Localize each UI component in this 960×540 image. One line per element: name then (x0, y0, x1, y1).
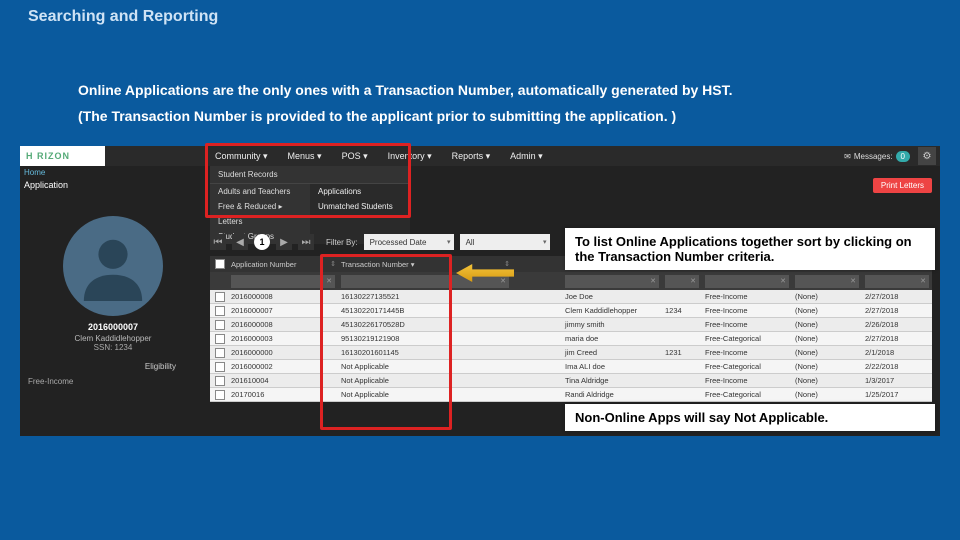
top-nav: H RIZON Community ▾ Menus ▾ POS ▾ Invent… (20, 146, 940, 166)
cell-name: Randi Aldridge (562, 390, 662, 399)
table-row[interactable]: 20170016Not ApplicableRandi AldridgeFree… (210, 388, 932, 402)
cell-approval: (None) (792, 334, 862, 343)
row-checkbox[interactable] (215, 334, 225, 344)
table-row[interactable]: 201600000816130227135521Joe DoeFree-Inco… (210, 290, 932, 304)
filter-elig[interactable] (705, 275, 789, 288)
cell-name: Joe Doe (562, 292, 662, 301)
logo: H RIZON (20, 146, 105, 166)
cell-approval: (None) (792, 390, 862, 399)
filter-approval[interactable] (795, 275, 859, 288)
cell-processed: 2/27/2018 (862, 306, 932, 315)
table-row[interactable]: 201600000016130201601145jim Creed1231Fre… (210, 346, 932, 360)
cell-elig: Free-Categorical (702, 390, 792, 399)
annotation-red-box-2 (320, 254, 452, 430)
cell-name: Tina Aldridge (562, 376, 662, 385)
cell-approval: (None) (792, 306, 862, 315)
row-checkbox[interactable] (215, 390, 225, 400)
row-checkbox[interactable] (215, 376, 225, 386)
cell-ssn: 1231 (662, 348, 702, 357)
table-row[interactable]: 201600000845130226170528Djimmy smithFree… (210, 318, 932, 332)
filter-by-label: Filter By: (326, 238, 358, 247)
filter-select-2[interactable]: All (460, 234, 550, 250)
body-line-2: (The Transaction Number is provided to t… (78, 108, 676, 124)
gear-icon[interactable]: ⚙ (918, 147, 936, 165)
cell-processed: 1/25/2017 (862, 390, 932, 399)
table-row[interactable]: 2016000002Not ApplicableIma ALI doeFree-… (210, 360, 932, 374)
cell-elig: Free-Income (702, 376, 792, 385)
filter-ssn[interactable] (665, 275, 699, 288)
row-checkbox[interactable] (215, 320, 225, 330)
cell-processed: 2/27/2018 (862, 334, 932, 343)
print-letters-button[interactable]: Print Letters (873, 178, 932, 193)
row-checkbox[interactable] (215, 292, 225, 302)
cell-name: Ima ALI doe (562, 362, 662, 371)
messages-link[interactable]: ✉ Messages: 0 (844, 151, 918, 162)
cell-elig: Free-Income (702, 306, 792, 315)
cell-name: jimmy smith (562, 320, 662, 329)
select-all-checkbox[interactable] (215, 259, 225, 269)
profile-panel: 2016000007 Clem Kaddidlehopper SSN: 1234… (28, 206, 198, 386)
cell-approval: (None) (792, 320, 862, 329)
cell-elig: Free-Income (702, 320, 792, 329)
cell-name: jim Creed (562, 348, 662, 357)
avatar (63, 216, 163, 316)
profile-ssn: SSN: 1234 (28, 343, 198, 352)
breadcrumb-application: Application (24, 180, 68, 190)
cell-approval: (None) (792, 376, 862, 385)
envelope-icon: ✉ (844, 152, 851, 161)
page-first-icon[interactable]: ⏮ (210, 234, 226, 250)
row-checkbox[interactable] (215, 362, 225, 372)
row-checkbox[interactable] (215, 348, 225, 358)
callout-not-applicable: Non-Online Apps will say Not Applicable. (565, 404, 935, 431)
eligibility-heading: Eligibility (28, 362, 198, 371)
row-checkbox[interactable] (215, 306, 225, 316)
filter-processed[interactable] (865, 275, 929, 288)
screenshot-panel: H RIZON Community ▾ Menus ▾ POS ▾ Invent… (20, 146, 940, 436)
cell-approval: (None) (792, 348, 862, 357)
eligibility-value: Free-Income (28, 377, 198, 386)
page-prev-icon[interactable]: ◀ (232, 234, 248, 250)
cell-elig: Free-Categorical (702, 362, 792, 371)
cell-ssn: 1234 (662, 306, 702, 315)
breadcrumb-home[interactable]: Home (24, 168, 45, 177)
body-line-1: Online Applications are the only ones wi… (78, 82, 733, 98)
profile-id: 2016000007 (28, 322, 198, 332)
cell-elig: Free-Income (702, 292, 792, 301)
filter-bar: ⏮ ◀ 1 ▶ ⏭ Filter By: Processed Date All (210, 232, 550, 252)
cell-name: maria doe (562, 334, 662, 343)
table-row[interactable]: 201600000395130219121908maria doeFree-Ca… (210, 332, 932, 346)
nav-admin[interactable]: Admin ▾ (500, 151, 553, 162)
page-number[interactable]: 1 (254, 234, 270, 250)
page-last-icon[interactable]: ⏭ (298, 234, 314, 250)
cell-approval: (None) (792, 362, 862, 371)
filter-name[interactable] (565, 275, 659, 288)
page-title: Searching and Reporting (28, 8, 218, 26)
table-row[interactable]: 201610004Not ApplicableTina AldridgeFree… (210, 374, 932, 388)
cell-name: Clem Kaddidlehopper (562, 306, 662, 315)
annotation-red-box-1 (205, 143, 411, 218)
profile-name: Clem Kaddidlehopper (28, 334, 198, 343)
applications-table: Application Number Transaction Number ▾ … (210, 256, 932, 402)
cell-elig: Free-Income (702, 348, 792, 357)
cell-processed: 2/27/2018 (862, 292, 932, 301)
table-filter-row (210, 272, 932, 290)
messages-badge: 0 (896, 151, 910, 162)
table-row[interactable]: 201600000745130220171445BClem Kaddidleho… (210, 304, 932, 318)
cell-processed: 2/1/2018 (862, 348, 932, 357)
cell-elig: Free-Categorical (702, 334, 792, 343)
cell-approval: (None) (792, 292, 862, 301)
nav-reports[interactable]: Reports ▾ (442, 151, 501, 162)
page-next-icon[interactable]: ▶ (276, 234, 292, 250)
filter-select-1[interactable]: Processed Date (364, 234, 454, 250)
callout-sort-tip: To list Online Applications together sor… (565, 228, 935, 270)
cell-processed: 2/22/2018 (862, 362, 932, 371)
cell-processed: 2/26/2018 (862, 320, 932, 329)
cell-processed: 1/3/2017 (862, 376, 932, 385)
